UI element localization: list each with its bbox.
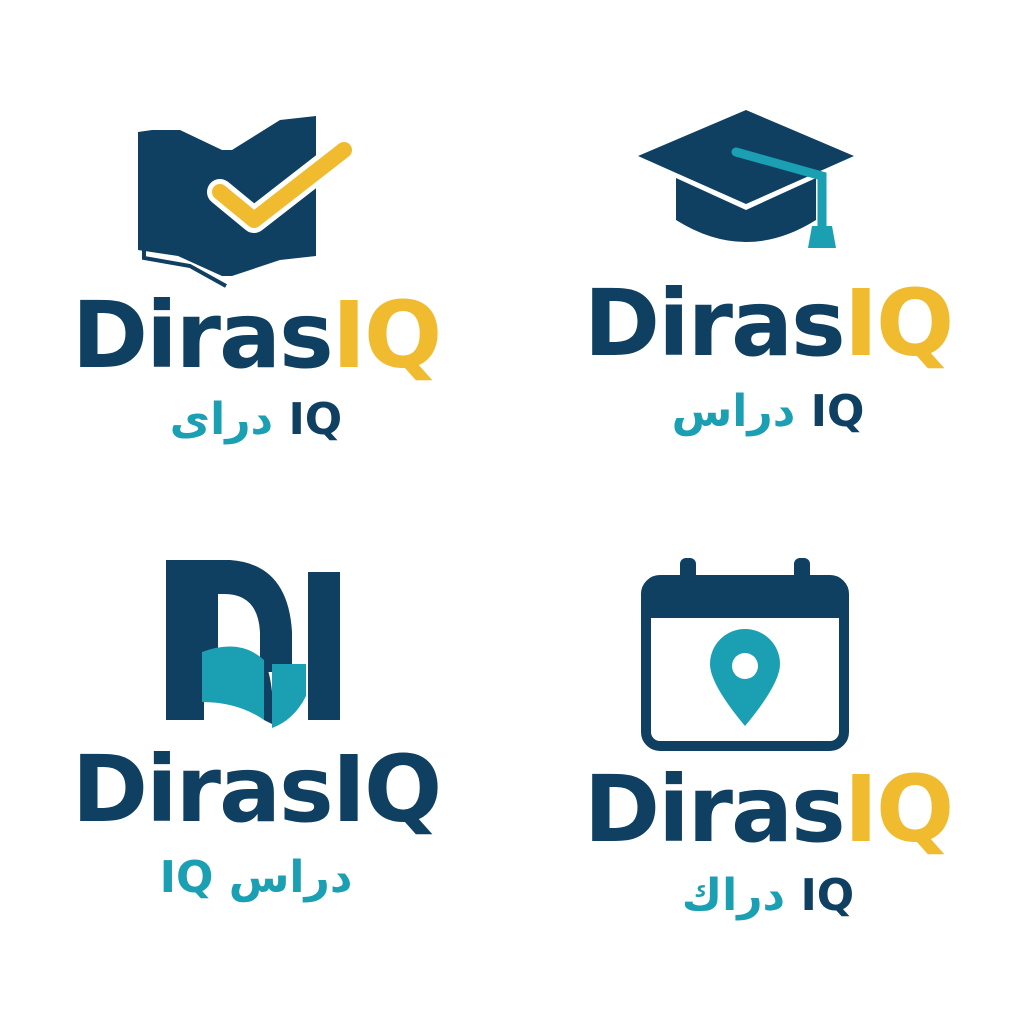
- graduation-cap-icon: [638, 110, 854, 248]
- logo-variant-graduation-cap: DirasIQ دراس IQ: [512, 0, 1024, 512]
- brand-name-primary: Diras: [583, 270, 846, 377]
- arabic-tagline-text: دراس: [228, 852, 353, 903]
- arabic-tagline-latin: IQ: [810, 386, 865, 437]
- arabic-tagline-latin: IQ: [288, 394, 343, 445]
- logo-sheet: DirasIQ دراى IQ DirasIQ دراس IQ DirasIQ …: [0, 0, 1024, 1024]
- arabic-tagline-latin: IQ: [159, 852, 214, 903]
- brand-wordmark: DirasIQ: [512, 764, 1024, 856]
- arabic-tagline-latin: IQ: [800, 870, 855, 921]
- arabic-tagline: دراك IQ: [512, 874, 1024, 918]
- arabic-tagline: دراس IQ: [512, 390, 1024, 434]
- brand-name-accent: IQ: [331, 736, 442, 843]
- brand-name-accent: IQ: [843, 270, 954, 377]
- logo-variant-di-monogram: DirasIQ IQ دراس: [0, 512, 512, 1024]
- arabic-tagline-text: دراى: [169, 394, 274, 445]
- arabic-tagline-text: دراك: [681, 870, 786, 921]
- brand-name-accent: IQ: [331, 282, 442, 389]
- logo-variant-book-check: DirasIQ دراى IQ: [0, 0, 512, 512]
- arabic-tagline-text: دراس: [671, 386, 796, 437]
- brand-name-primary: Diras: [71, 736, 334, 843]
- logo-variant-calendar-pin: DirasIQ دراك IQ: [512, 512, 1024, 1024]
- arabic-tagline: IQ دراس: [0, 856, 512, 900]
- brand-name-accent: IQ: [843, 756, 954, 863]
- brand-wordmark: DirasIQ: [0, 744, 512, 836]
- open-book-checkmark-icon: [138, 116, 357, 288]
- calendar-location-pin-icon: [641, 558, 849, 751]
- brand-wordmark: DirasIQ: [0, 290, 512, 382]
- brand-wordmark: DirasIQ: [512, 278, 1024, 370]
- brand-name-primary: Diras: [583, 756, 846, 863]
- brand-name-primary: Diras: [71, 282, 334, 389]
- arabic-tagline: دراى IQ: [0, 398, 512, 442]
- di-monogram-icon: [166, 560, 340, 728]
